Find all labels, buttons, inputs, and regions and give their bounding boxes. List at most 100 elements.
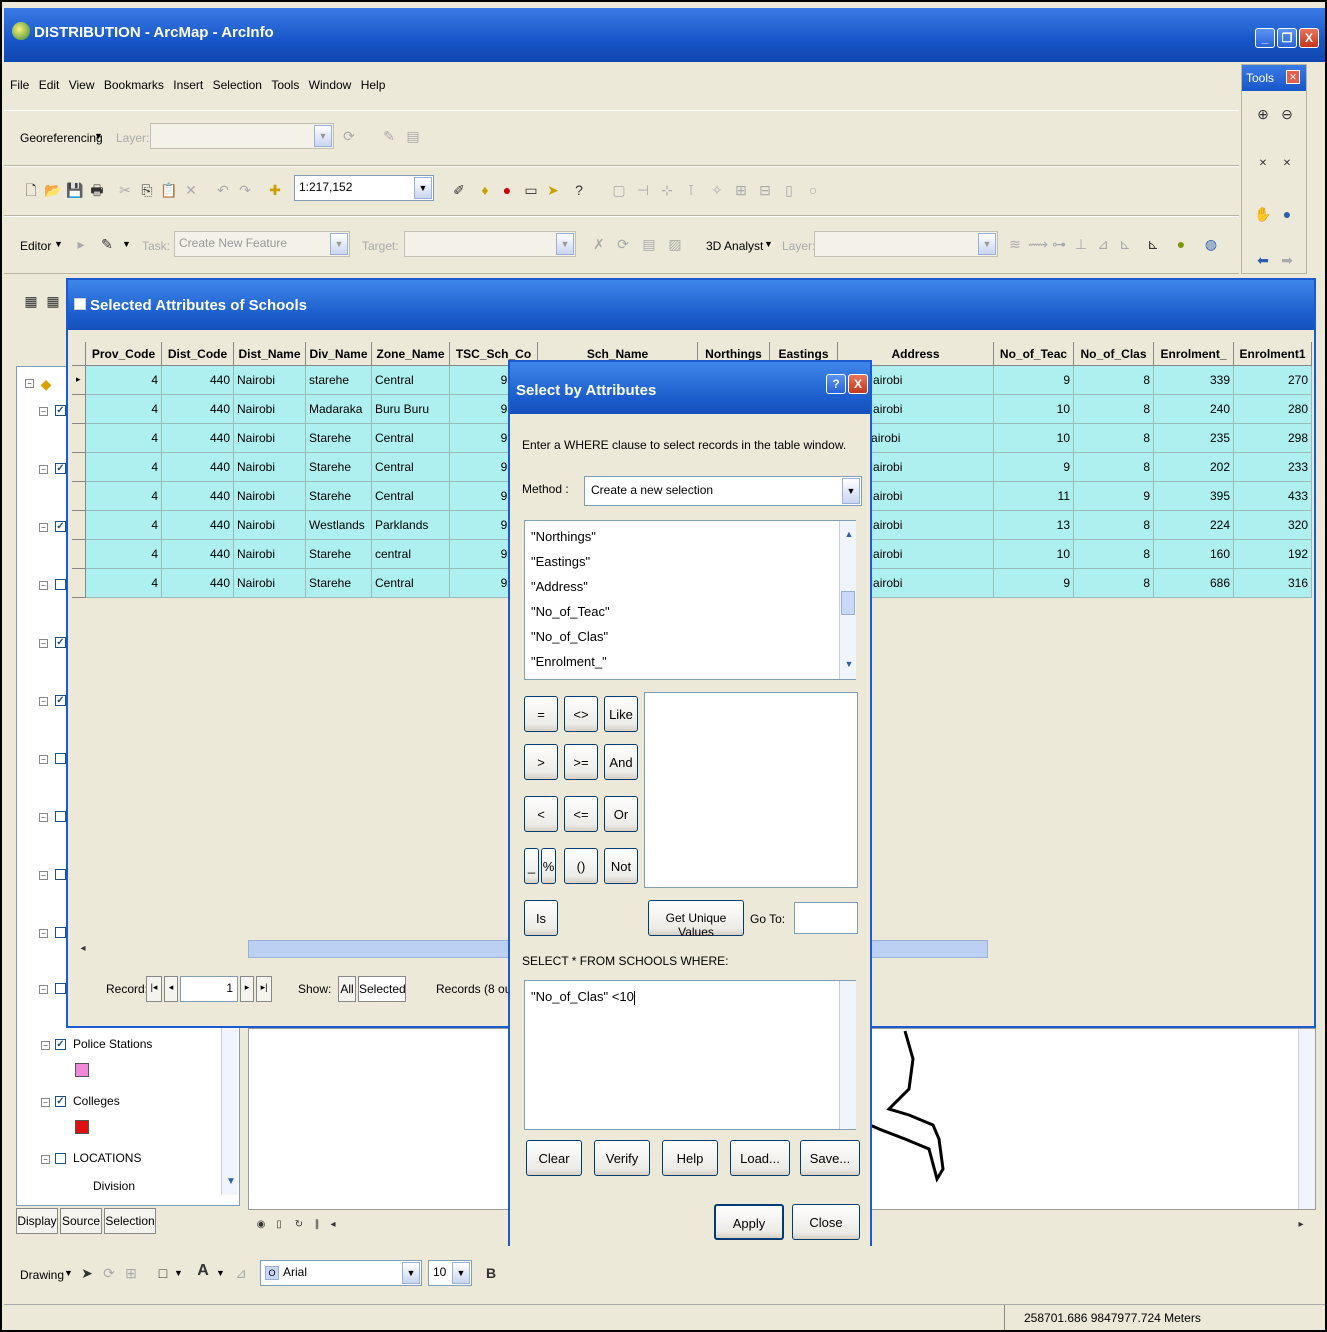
interpolate-point-icon[interactable]: ⊥ [1072, 235, 1090, 253]
next-record-button[interactable]: ▸ [240, 976, 254, 1002]
expand-icon[interactable]: − [39, 465, 48, 474]
op-percent-button[interactable]: % [541, 848, 556, 884]
column-header[interactable]: Div_Name [306, 342, 372, 366]
table-cell[interactable]: Starehe [306, 482, 372, 511]
table-cell[interactable]: 686 [1154, 569, 1234, 598]
table-cell[interactable]: 8 [1074, 453, 1154, 482]
table-cell[interactable]: Nairobi [234, 482, 306, 511]
row-selector[interactable] [72, 569, 86, 598]
table-cell[interactable]: 4 [86, 453, 162, 482]
column-header[interactable]: Dist_Code [162, 342, 234, 366]
table-cell[interactable]: Parklands [372, 511, 450, 540]
unique-values-list[interactable] [644, 692, 858, 888]
row-selector[interactable] [72, 424, 86, 453]
scroll-left-icon[interactable]: ◂ [74, 940, 92, 958]
table-cell[interactable]: 9 [994, 366, 1074, 395]
previous-record-button[interactable]: ◂ [164, 976, 178, 1002]
rectangle-icon[interactable]: □ [154, 1264, 172, 1282]
table-cell[interactable]: Buru Buru [372, 395, 450, 424]
table-cell[interactable]: 4 [86, 366, 162, 395]
georef-tool-6-icon[interactable]: ⊞ [732, 181, 750, 199]
table-cell[interactable]: Madaraka [306, 395, 372, 424]
georef-tool-2-icon[interactable]: ⊣ [634, 181, 652, 199]
table-cell[interactable]: 8 [1074, 424, 1154, 453]
target-combo[interactable]: ▼ [404, 231, 576, 257]
table-cell[interactable]: 8 [1074, 540, 1154, 569]
expand-icon[interactable]: − [39, 871, 48, 880]
table-cell[interactable]: Starehe [306, 453, 372, 482]
table-cell[interactable]: 160 [1154, 540, 1234, 569]
table-cell[interactable]: 9 [994, 569, 1074, 598]
police-stations-checkbox[interactable]: ✓ [55, 1039, 66, 1050]
op-less-equal-button[interactable]: <= [564, 796, 598, 832]
table-cell[interactable]: 10 [994, 540, 1074, 569]
table-cell[interactable]: 433 [1234, 482, 1312, 511]
op-parentheses-button[interactable]: () [564, 848, 598, 884]
font-combo[interactable]: O Arial ▼ [260, 1260, 422, 1286]
op-is-button[interactable]: Is [524, 900, 558, 936]
op-and-button[interactable]: And [604, 744, 638, 780]
table-cell[interactable]: 440 [162, 366, 234, 395]
tab-selection[interactable]: Selection [104, 1208, 156, 1234]
dialog-help-button[interactable]: ? [826, 374, 846, 394]
row-selector[interactable] [72, 540, 86, 569]
record-number-input[interactable]: 1 [180, 976, 238, 1002]
arcscene-icon[interactable]: ● [1172, 235, 1190, 253]
table-cell[interactable]: 4 [86, 569, 162, 598]
back-extent-icon[interactable]: ⬅ [1254, 251, 1272, 269]
column-header[interactable]: No_of_Teac [994, 342, 1074, 366]
editor-dropdown-icon[interactable]: ▼ [54, 239, 63, 249]
table-cell[interactable]: 440 [162, 424, 234, 453]
table-cell[interactable]: 440 [162, 482, 234, 511]
georef-tool-7-icon[interactable]: ⊟ [756, 181, 774, 199]
rectangle-dropdown-icon[interactable]: ▼ [174, 1268, 183, 1278]
op-equals-button[interactable]: = [524, 696, 558, 732]
georef-tool-5-icon[interactable]: ✧ [708, 181, 726, 199]
add-control-points-icon[interactable]: ✎ [380, 127, 398, 145]
save-icon[interactable]: 💾 [66, 181, 84, 199]
3d-analyst-dropdown-icon[interactable]: ▼ [764, 239, 773, 249]
bold-icon[interactable]: B [482, 1264, 500, 1282]
table-cell[interactable]: 235 [1154, 424, 1234, 453]
steepest-path-icon[interactable]: ⟿ [1028, 235, 1048, 253]
rotate-tool-icon[interactable]: ⟳ [614, 235, 632, 253]
sketch-properties-icon[interactable]: ▨ [666, 235, 684, 253]
forward-extent-icon[interactable]: ➡ [1278, 251, 1296, 269]
column-header[interactable]: Enrolment1 [1234, 342, 1312, 366]
arcglobe-icon[interactable]: ◍ [1202, 235, 1220, 253]
field-list-scrollbar[interactable]: ▲ ▼ [839, 521, 856, 679]
arccatalog-icon[interactable]: ♦ [476, 181, 494, 199]
fixed-zoom-in-icon[interactable]: ✕ [1254, 155, 1272, 173]
table-cell[interactable]: Nairobi [234, 540, 306, 569]
select-elements-icon[interactable]: ➤ [78, 1264, 96, 1282]
profile-graph-icon[interactable]: ⊾ [1144, 235, 1162, 253]
copy-icon[interactable]: ⎘ [138, 181, 156, 199]
table-cell[interactable]: Central [372, 424, 450, 453]
tab-display[interactable]: Display [16, 1208, 58, 1234]
georef-tool-1-icon[interactable]: ▢ [610, 181, 628, 199]
map-scrollbar-vertical[interactable] [1298, 1029, 1315, 1209]
zoom-out-icon[interactable]: ⊖ [1278, 105, 1296, 123]
row-selector[interactable] [72, 453, 86, 482]
3d-analyst-menu[interactable]: 3D Analyst [706, 239, 763, 253]
op-not-button[interactable]: Not [604, 848, 638, 884]
table-cell[interactable]: 440 [162, 395, 234, 424]
drawing-menu[interactable]: Drawing [20, 1268, 64, 1282]
whats-this-help-icon[interactable]: ? [570, 181, 588, 199]
where-scrollbar[interactable] [839, 981, 856, 1129]
delete-icon[interactable]: ✕ [182, 181, 200, 199]
scroll-up-icon[interactable]: ▲ [840, 525, 858, 543]
data-view-icon[interactable]: ◉ [252, 1216, 270, 1234]
expand-icon[interactable]: − [39, 813, 48, 822]
georef-layer-combo[interactable]: ▼ [150, 123, 334, 149]
model-builder-icon[interactable]: ➤ [544, 181, 562, 199]
field-item[interactable]: "Address" [531, 579, 588, 594]
text-tool-icon[interactable]: A [194, 1262, 212, 1280]
table-cell[interactable]: 440 [162, 511, 234, 540]
field-item[interactable]: "Enrolment_" [531, 654, 607, 669]
table-cell[interactable]: 240 [1154, 395, 1234, 424]
menu-insert[interactable]: Insert [173, 78, 203, 92]
expand-icon[interactable]: − [39, 581, 48, 590]
full-extent-icon[interactable]: ● [1278, 205, 1296, 223]
column-header[interactable]: Prov_Code [86, 342, 162, 366]
